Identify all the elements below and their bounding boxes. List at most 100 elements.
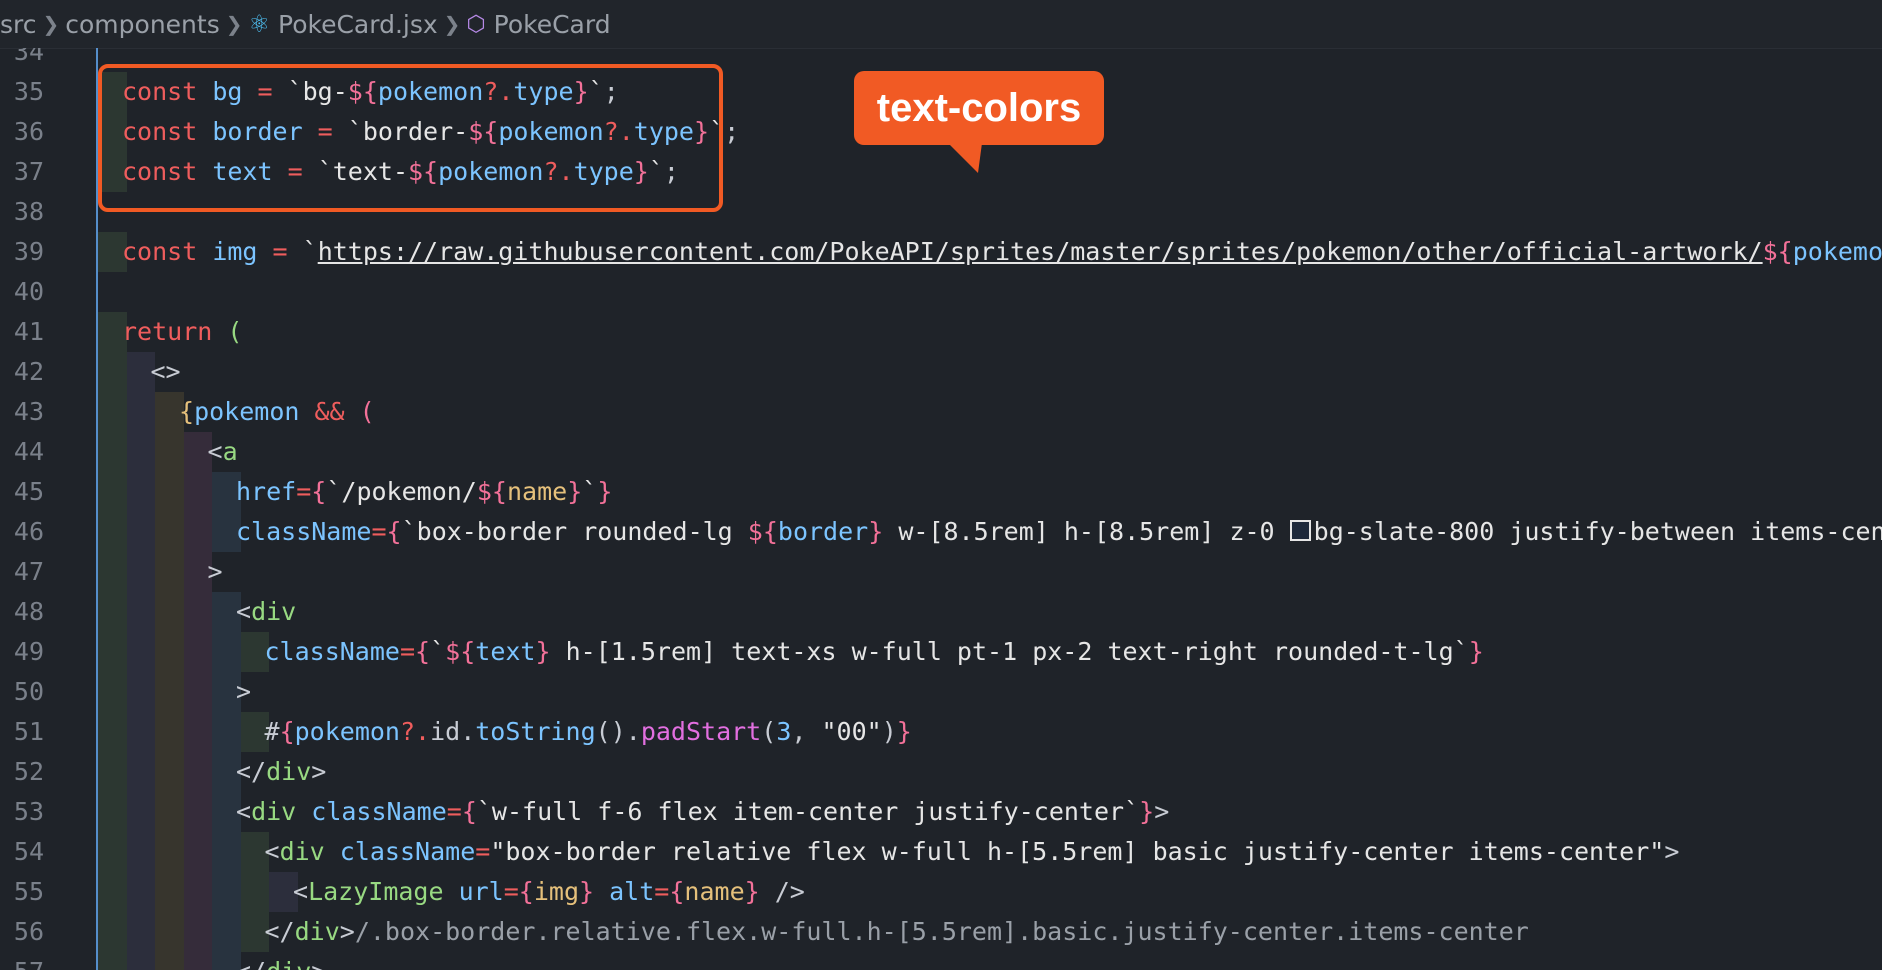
indent-guide	[155, 472, 184, 512]
indent-guide	[212, 912, 241, 952]
code-line[interactable]: 51 #{pokemon?.id.toString().padStart(3, "…	[0, 712, 1882, 752]
code-token: (	[359, 397, 375, 426]
code-line[interactable]: 55 <LazyImage url={img} alt={name} />	[0, 872, 1882, 912]
code-line[interactable]: 46 className={`box-border rounded-lg ${bo…	[0, 512, 1882, 552]
code-token: div	[251, 797, 312, 826]
code-text[interactable]: className={`box-border rounded-lg ${bord…	[236, 512, 1882, 552]
code-line[interactable]: 45 href={`/pokemon/${name}`}	[0, 472, 1882, 512]
code-token: `	[582, 477, 598, 506]
code-token: =	[503, 877, 519, 906]
code-text[interactable]: </div>	[236, 952, 326, 970]
code-token: div	[294, 917, 340, 946]
indent-guide	[183, 472, 212, 512]
indent-guide	[155, 672, 184, 712]
code-text[interactable]: #{pokemon?.id.toString().padStart(3, "00…	[265, 712, 912, 752]
code-line[interactable]: 42 <>	[0, 352, 1882, 392]
indent-guide	[155, 432, 184, 472]
code-token: {	[279, 717, 295, 746]
indent-guide	[155, 592, 184, 632]
code-token: `	[302, 237, 318, 266]
code-line[interactable]: 50 >	[0, 672, 1882, 712]
code-token: }	[744, 877, 760, 906]
code-token: `	[430, 637, 446, 666]
code-line[interactable]: 57 </div>	[0, 952, 1882, 970]
code-token: (	[761, 717, 777, 746]
line-number: 45	[13, 477, 44, 506]
code-line[interactable]: 52 </div>	[0, 752, 1882, 792]
code-text[interactable]: const img = `https://raw.githubuserconte…	[122, 232, 1882, 272]
code-line[interactable]: 39 const img = `https://raw.githubusercon…	[0, 232, 1882, 272]
code-token: }	[896, 717, 912, 746]
indent-guide	[98, 552, 127, 592]
breadcrumb-item-file[interactable]: PokeCard.jsx	[278, 10, 438, 39]
indent-guide	[183, 512, 212, 552]
code-token: <	[236, 597, 252, 626]
code-token: <	[293, 877, 309, 906]
code-line[interactable]: 41 return (	[0, 312, 1882, 352]
breadcrumb-item-src[interactable]: src	[0, 10, 37, 39]
indent-guide	[98, 592, 127, 632]
code-token: <>	[150, 357, 181, 386]
code-text[interactable]: >	[236, 672, 251, 712]
code-token: >	[339, 917, 355, 946]
indent-guide	[98, 832, 127, 872]
code-token: =	[296, 477, 312, 506]
indent-guide	[98, 872, 127, 912]
code-token: =	[654, 877, 670, 906]
code-text[interactable]: <div className="box-border relative flex…	[265, 832, 1680, 872]
code-line[interactable]: 47 >	[0, 552, 1882, 592]
indent-guide	[126, 392, 155, 432]
code-token: div	[266, 957, 311, 970]
code-token: }	[579, 877, 595, 906]
code-line[interactable]: 48 <div	[0, 592, 1882, 632]
code-token: `w-full f-6 flex item-center justify-cen…	[476, 797, 1140, 826]
code-text[interactable]: href={`/pokemon/${name}`}	[236, 472, 612, 512]
code-token: href	[236, 477, 297, 506]
code-token: h-[1.5rem] text-xs w-full pt-1 px-2 text…	[550, 637, 1469, 666]
indent-guide	[126, 832, 155, 872]
breadcrumb-item-components[interactable]: components	[65, 10, 219, 39]
code-token: div	[266, 757, 312, 786]
code-line[interactable]: 53 <div className={`w-full f-6 flex item-…	[0, 792, 1882, 832]
code-token: alt	[594, 877, 655, 906]
code-text[interactable]: className={`${text} h-[1.5rem] text-xs w…	[265, 632, 1484, 672]
indent-guide	[126, 912, 155, 952]
indent-guide	[126, 752, 155, 792]
breadcrumb-item-symbol[interactable]: PokeCard	[494, 10, 611, 39]
code-token: pokemon	[194, 397, 300, 426]
indent-guide	[126, 592, 155, 632]
code-line[interactable]: 44 <a	[0, 432, 1882, 472]
code-text[interactable]: <a	[208, 432, 238, 472]
indent-guide	[155, 912, 184, 952]
line-number: 39	[13, 237, 44, 266]
line-number: 43	[13, 397, 44, 426]
code-token: className	[339, 837, 476, 866]
code-line[interactable]: 43 {pokemon && (	[0, 392, 1882, 432]
line-number: 52	[13, 757, 44, 786]
line-number: 34	[13, 48, 44, 66]
code-text[interactable]: {pokemon && (	[179, 392, 375, 432]
code-text[interactable]: return (	[122, 312, 242, 352]
code-text[interactable]: >	[208, 552, 223, 592]
code-token: w-[8.5rem] h-[8.5rem] z-0	[883, 517, 1290, 546]
code-token: =	[371, 517, 387, 546]
code-text[interactable]: <LazyImage url={img} alt={name} />	[293, 872, 805, 912]
code-token: >	[207, 557, 223, 586]
code-text[interactable]: <div	[236, 592, 296, 632]
code-token: </	[236, 957, 266, 970]
code-text[interactable]: </div>/.box-border.relative.flex.w-full.…	[265, 912, 1529, 952]
code-token: {	[415, 637, 431, 666]
code-line[interactable]: 49 className={`${text} h-[1.5rem] text-xs…	[0, 632, 1882, 672]
code-token: className	[236, 517, 372, 546]
line-number: 56	[13, 917, 44, 946]
code-token: className	[311, 797, 447, 826]
code-text[interactable]: <div className={`w-full f-6 flex item-ce…	[236, 792, 1169, 832]
code-line[interactable]: 54 <div className="box-border relative fl…	[0, 832, 1882, 872]
callout-tail	[948, 143, 982, 173]
code-text[interactable]: <>	[151, 352, 181, 392]
code-line[interactable]: 56 </div>/.box-border.relative.flex.w-ful…	[0, 912, 1882, 952]
code-token: {	[518, 877, 534, 906]
indent-guide	[126, 632, 155, 672]
code-text[interactable]: </div>	[236, 752, 326, 792]
code-line[interactable]: 40	[0, 272, 1882, 312]
